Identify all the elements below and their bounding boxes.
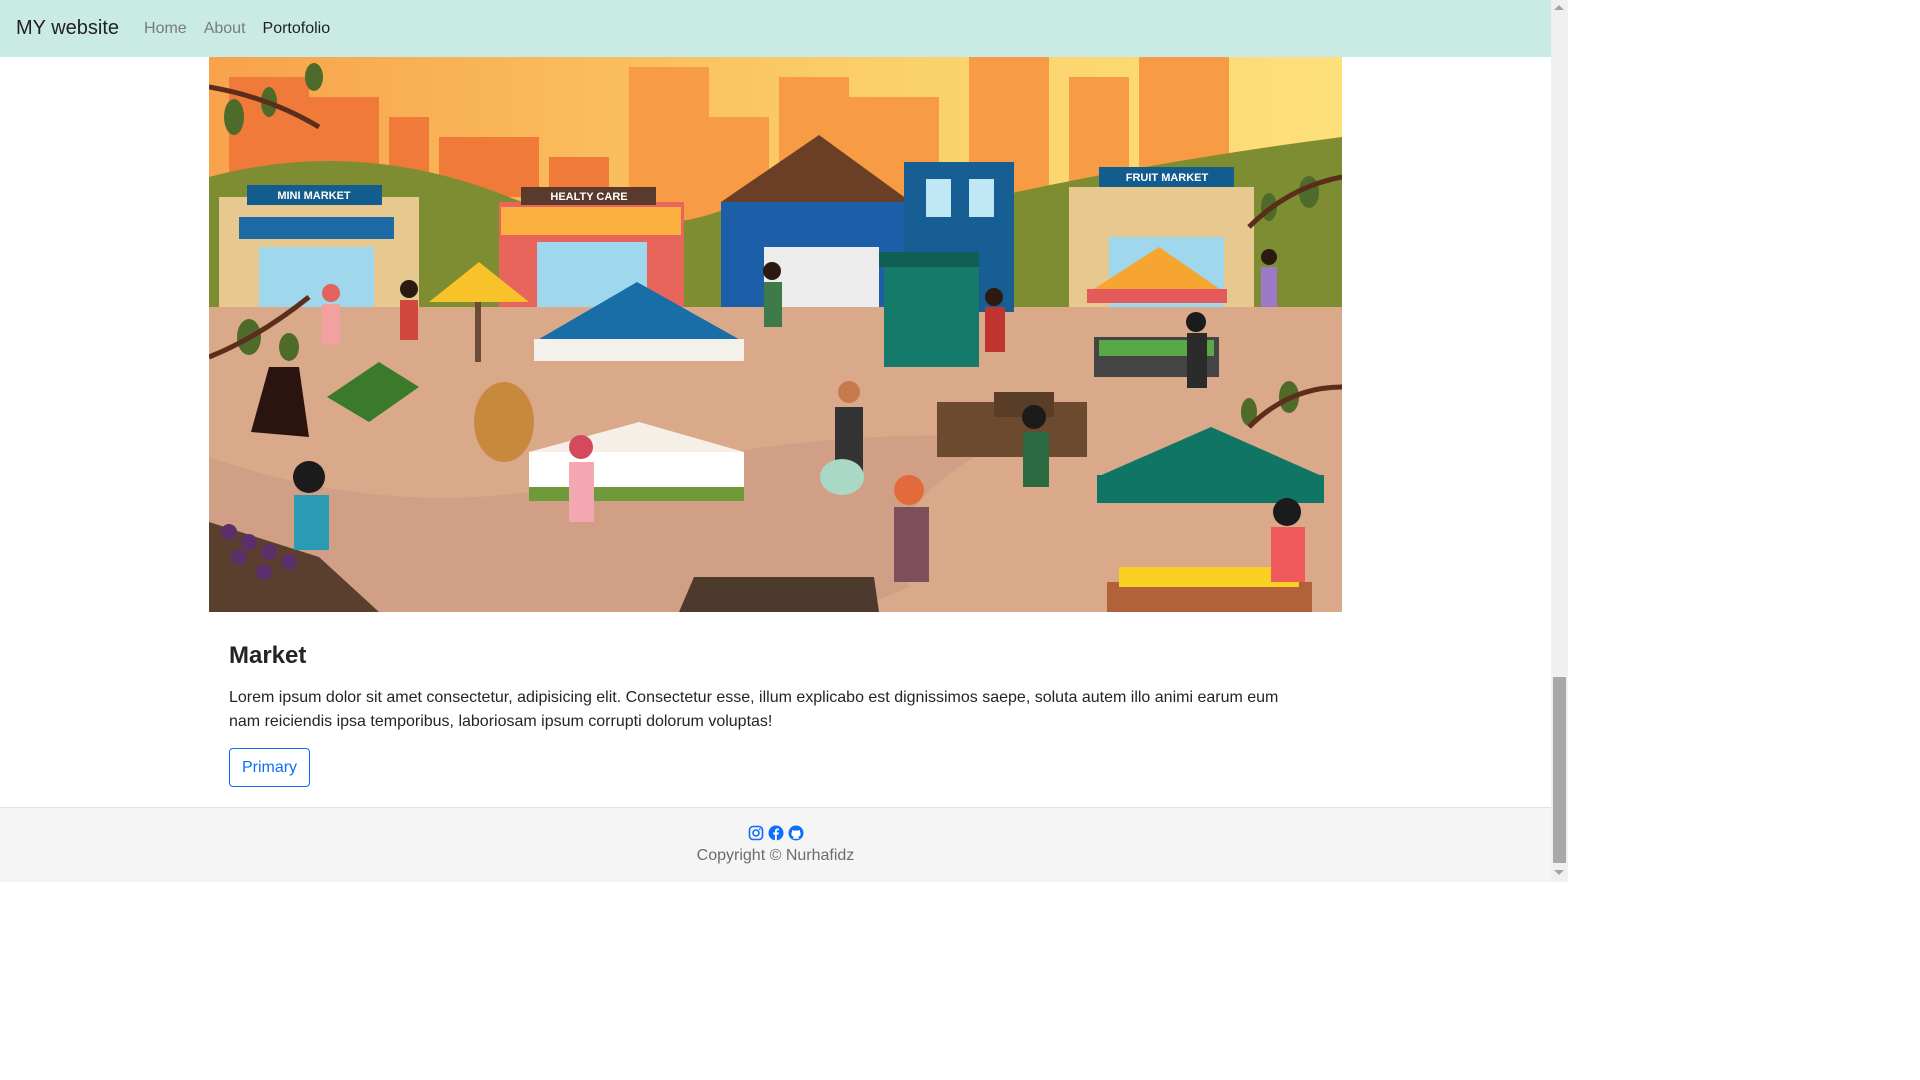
copyright-text: Copyright © Nurhafidz <box>696 847 855 864</box>
card-body: Market Lorem ipsum dolor sit amet consec… <box>229 640 1309 734</box>
sign-healty-care: HEALTY CARE <box>550 191 627 203</box>
sign-fruit-market: FRUIT MARKET <box>1126 172 1209 184</box>
primary-button[interactable]: Primary <box>229 748 310 787</box>
scrollbar[interactable] <box>1551 0 1568 882</box>
nav-link-home[interactable]: Home <box>144 20 187 38</box>
nav-link-portofolio[interactable]: Portofolio <box>263 20 331 38</box>
scrollbar-thumb[interactable] <box>1553 677 1566 863</box>
navbar: MY website Home About Portofolio <box>0 0 1551 57</box>
facebook-icon[interactable] <box>768 825 784 841</box>
nav-link-about[interactable]: About <box>204 20 246 38</box>
footer: Copyright © Nurhafidz <box>0 807 1551 882</box>
navbar-brand[interactable]: MY website <box>16 17 119 40</box>
github-icon[interactable] <box>788 825 804 841</box>
social-icons <box>0 825 1551 841</box>
market-illustration: MINI MARKET HEALTY CARE FRUIT MARKET <box>209 57 1342 612</box>
instagram-icon[interactable] <box>748 825 764 841</box>
card-title: Market <box>229 642 307 669</box>
scroll-down-icon[interactable] <box>1554 870 1564 875</box>
scroll-up-icon[interactable] <box>1554 5 1564 10</box>
card-text: Lorem ipsum dolor sit amet consectetur, … <box>229 689 1279 730</box>
sign-mini-market: MINI MARKET <box>277 190 351 202</box>
